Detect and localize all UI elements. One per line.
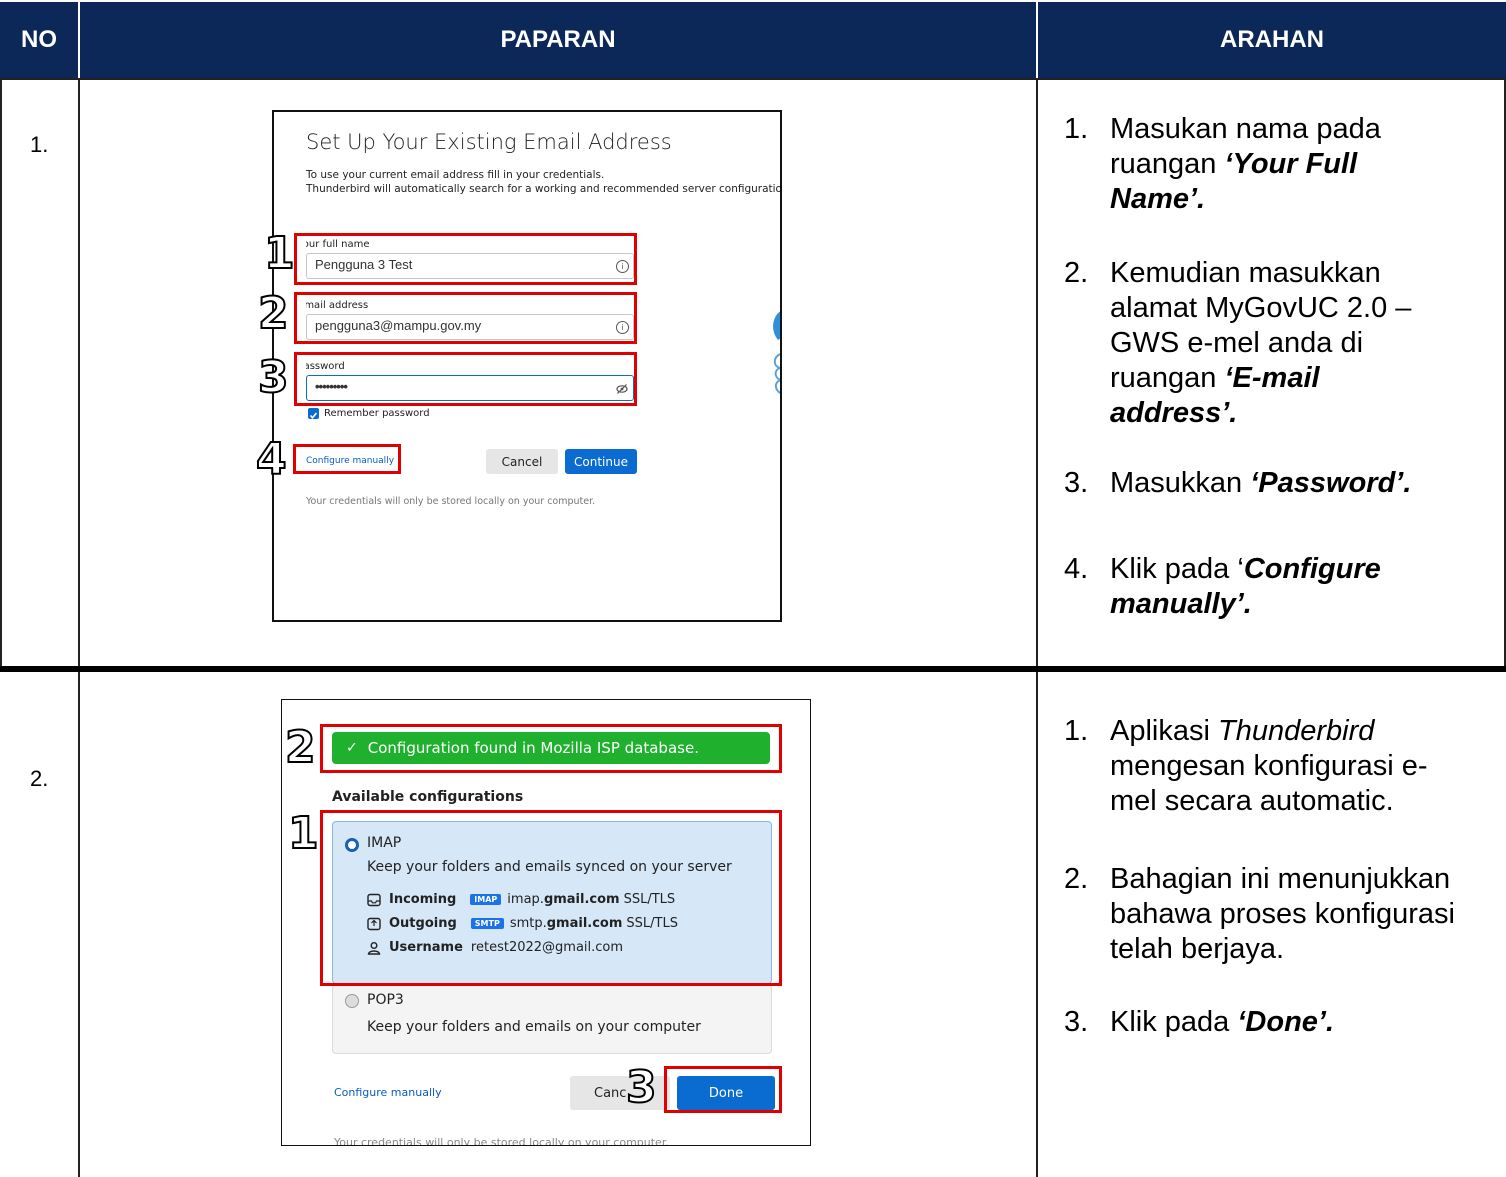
remember-label: Remember password [324,408,430,419]
instruction-segment: Klik pada [1110,1006,1238,1038]
dialog-description: To use your current email address fill i… [306,169,605,181]
instruction-segment: ‘Your Full [1224,148,1358,180]
table-border [0,78,1506,80]
highlight-box [294,233,637,285]
instruction-segment: manually’. [1110,588,1252,620]
step-marker-3: 3 [257,352,290,403]
highlight-box [294,292,637,344]
dialog-title: Set Up Your Existing Email Address [306,130,672,154]
instruction-segment: ruangan [1110,362,1225,394]
instruction-segment: ‘Password’. [1250,467,1412,499]
step-marker-2: 2 [257,288,290,339]
step-marker-4: 4 [255,434,288,485]
step-marker-3: 3 [625,1062,658,1113]
instruction-segment: Thunderbird [1218,715,1375,747]
instruction-text: Masukan nama pada ruangan ‘Your Full Name’… [1110,112,1381,217]
instruction-segment: mengesan konfigurasi e- [1110,750,1428,782]
instruction-segment: Masukan nama pada [1110,113,1381,145]
pop3-option[interactable]: POP3 Keep your folders and emails on you… [332,984,772,1054]
header-paparan: PAPARAN [80,2,1036,78]
header-no: NO [0,2,78,78]
instruction-text: Klik pada ‘Done’. [1110,1005,1334,1040]
remember-checkbox[interactable] [308,408,319,420]
configure-manually-link[interactable]: Configure manually [334,1086,442,1099]
step-marker-2: 2 [284,722,317,773]
instruction-number: 1. [1064,113,1089,145]
instruction-number: 2. [1064,257,1089,289]
instruction-segment: Aplikasi [1110,715,1218,747]
instruction-segment: bahawa proses konfigurasi [1110,898,1455,930]
instruction-number: 2. [1064,863,1089,895]
thunderbird-logo-fragment [768,308,780,408]
continue-button[interactable]: Continue [565,449,637,474]
dialog-description: Thunderbird will automatically search fo… [306,183,782,195]
row-number-1: 1. [30,132,49,157]
highlight-box [320,724,782,773]
instruction-segment: telah berjaya. [1110,933,1285,965]
row-number-2: 2. [30,766,49,791]
step-marker-1: 1 [263,228,296,279]
step-marker-1: 1 [287,808,320,859]
instruction-segment: ‘E-mail [1224,362,1320,394]
header-arahan: ARAHAN [1038,2,1506,78]
instruction-segment: GWS e-mel anda di [1110,327,1364,359]
table-border [78,78,80,1177]
instruction-text: Kemudian masukkan alamat MyGovUC 2.0 – GWS… [1110,256,1411,431]
credentials-note: Your credentials will only be stored loc… [306,496,596,507]
table-border [1036,78,1038,1177]
instruction-segment: Name’. [1110,183,1206,215]
instruction-segment: address’. [1110,397,1238,429]
instruction-segment: Bahagian ini menunjukkan [1110,863,1451,895]
pop3-description: Keep your folders and emails on your com… [367,1019,701,1035]
highlight-box [293,444,401,474]
instruction-segment: alamat MyGovUC 2.0 – [1110,292,1412,324]
table-border [0,78,2,668]
instruction-segment: Klik pada ‘ [1110,553,1244,585]
instruction-segment: Masukkan [1110,467,1251,499]
instruction-text: Klik pada ‘Configure manually’. [1110,552,1381,622]
cancel-button[interactable]: Cancel [486,449,558,474]
instruction-text: Bahagian ini menunjukkan bahawa proses ko… [1110,862,1455,967]
pop3-title: POP3 [367,992,404,1008]
row-divider [0,666,1506,672]
instruction-segment: Kemudian masukkan [1110,257,1381,289]
available-configurations-heading: Available configurations [332,789,524,805]
instruction-number: 3. [1064,1006,1089,1038]
highlight-box [320,810,782,986]
instruction-segment: mel secara automatic. [1110,785,1394,817]
credentials-note: Your credentials will only be stored loc… [334,1136,669,1146]
instruction-text: Aplikasi Thunderbird mengesan konfigurasi… [1110,714,1428,819]
pop3-radio[interactable] [345,994,359,1008]
instruction-segment: ‘Done’. [1237,1006,1335,1038]
instruction-text: Masukkan ‘Password’. [1110,466,1411,501]
instruction-segment: ruangan [1110,148,1225,180]
instruction-number: 3. [1064,467,1089,499]
instruction-segment: Configure [1243,553,1381,585]
instruction-number: 4. [1064,553,1089,585]
highlight-box [664,1066,782,1113]
highlight-box [294,352,637,406]
instruction-number: 1. [1064,715,1089,747]
